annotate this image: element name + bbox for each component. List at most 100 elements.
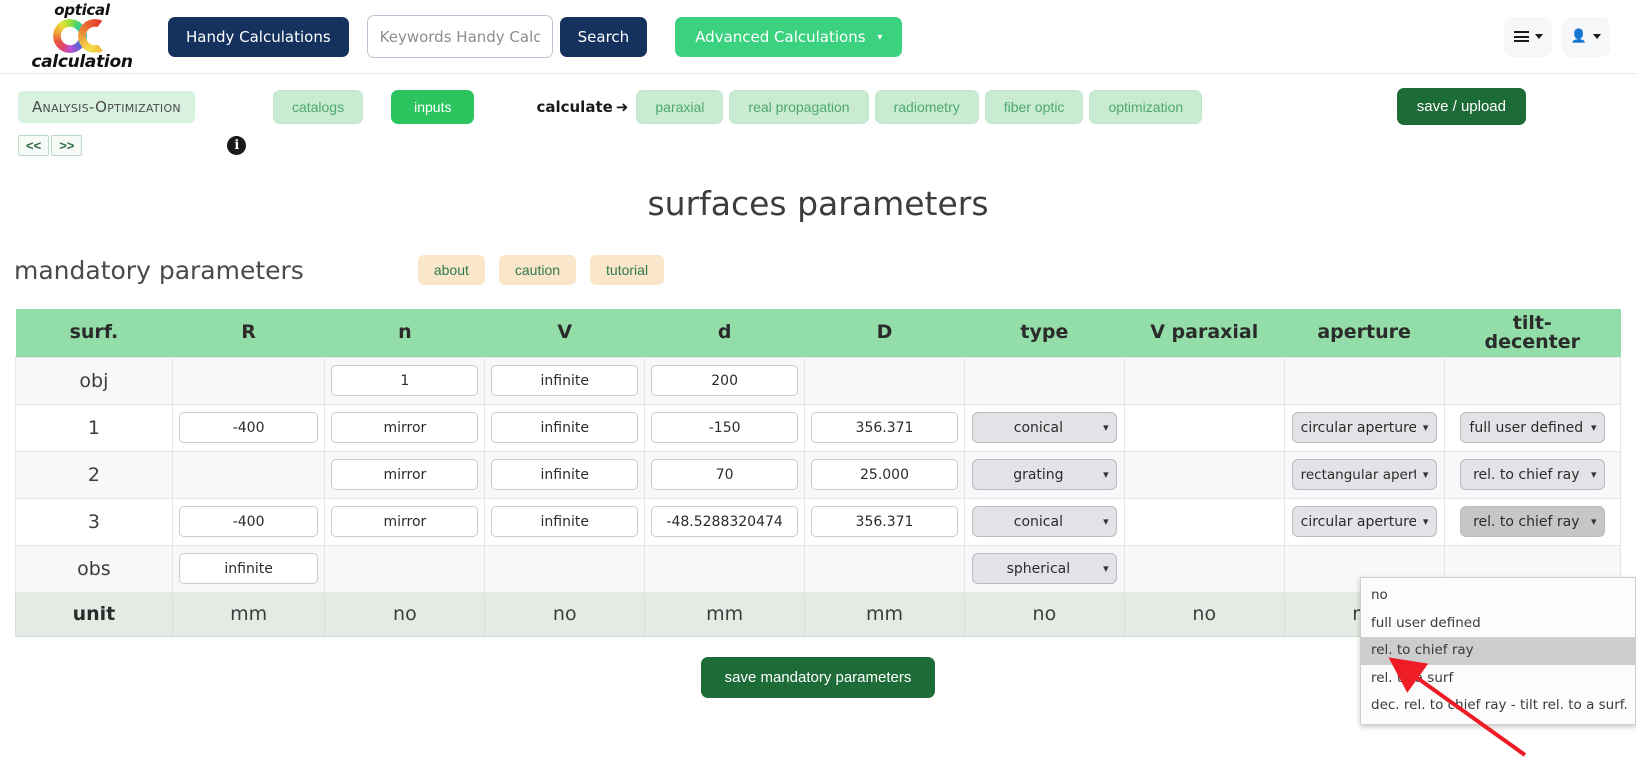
menu-dropdown-button[interactable] — [1504, 16, 1552, 57]
select-aperture[interactable]: circular aperture ▾ — [1291, 412, 1437, 443]
input-V[interactable] — [491, 506, 639, 537]
tab-real-propagation[interactable]: real propagation — [729, 89, 869, 124]
info-icon[interactable]: i — [227, 136, 247, 155]
about-button[interactable]: about — [417, 255, 485, 285]
input-R[interactable] — [178, 506, 319, 537]
inputs-tab[interactable]: inputs — [391, 89, 475, 124]
dropdown-option-dec-rel-chief-tilt-surf[interactable]: dec. rel. to chief ray - tilt rel. to a … — [1361, 692, 1635, 720]
select-tilt-decenter[interactable]: rel. to chief ray ▾ — [1459, 459, 1605, 490]
input-D[interactable] — [811, 459, 958, 490]
dropdown-option-full-user-defined[interactable]: full user defined — [1361, 610, 1635, 638]
chevron-down-icon: ▾ — [1103, 421, 1109, 434]
handy-calculations-button[interactable]: Handy Calculations — [168, 16, 349, 57]
input-R[interactable] — [178, 412, 319, 443]
dropdown-option-no[interactable]: no — [1361, 582, 1635, 610]
input-n[interactable] — [331, 365, 479, 396]
tab-optimization[interactable]: optimization — [1089, 89, 1203, 124]
cell-D — [804, 450, 965, 499]
cell-type — [963, 356, 1125, 405]
person-icon: 👤 — [1570, 29, 1588, 44]
header-d-upper: D — [804, 309, 965, 357]
brand-logo[interactable]: optical calculation — [18, 2, 146, 72]
tutorial-button[interactable]: tutorial — [590, 255, 665, 285]
cell-v-paraxial — [1123, 497, 1285, 546]
catalogs-tab[interactable]: catalogs — [272, 89, 364, 124]
select-aperture[interactable]: rectangular apertur ▾ — [1291, 459, 1437, 490]
search-button[interactable]: Search — [559, 16, 648, 57]
table-header-row: surf. R n V d D type V paraxial aperture… — [15, 309, 1621, 357]
input-n[interactable] — [331, 459, 479, 490]
save-mandatory-parameters-button[interactable]: save mandatory parameters — [700, 656, 936, 698]
select-tilt-decenter-open[interactable]: rel. to chief ray ▾ — [1459, 506, 1605, 537]
input-R[interactable] — [178, 553, 319, 584]
dropdown-option-rel-to-chief-ray[interactable]: rel. to chief ray — [1361, 637, 1635, 665]
cell-aperture — [1283, 356, 1445, 405]
cell-tilt: rel. to chief ray ▾ — [1443, 450, 1622, 499]
cell-aperture: circular aperture ▾ — [1283, 403, 1445, 452]
input-V[interactable] — [491, 459, 639, 490]
select-aperture[interactable]: circular aperture ▾ — [1291, 506, 1437, 537]
unit-label: unit — [15, 591, 173, 637]
input-D[interactable] — [811, 412, 958, 443]
logo-rings-icon — [52, 18, 112, 53]
cell-d — [644, 450, 806, 499]
cell-n — [324, 544, 486, 593]
input-V[interactable] — [491, 412, 639, 443]
select-tilt-value: full user defined — [1469, 419, 1584, 436]
input-D[interactable] — [811, 506, 958, 537]
cell-tilt — [1443, 356, 1622, 405]
cell-v-paraxial — [1123, 450, 1285, 499]
input-d[interactable] — [651, 365, 799, 396]
chevron-down-icon: ▾ — [1422, 468, 1429, 481]
chevron-down-icon: ▾ — [1591, 515, 1597, 528]
cell-tilt: full user defined ▾ — [1443, 403, 1622, 452]
cell-surf: obj — [15, 356, 173, 405]
cell-v-paraxial — [1123, 403, 1285, 452]
header-surf: surf. — [15, 309, 173, 357]
input-d[interactable] — [651, 412, 799, 443]
search-input[interactable] — [366, 15, 553, 58]
caution-button[interactable]: caution — [498, 255, 577, 285]
logo-text-top: optical — [54, 0, 110, 19]
header-n: n — [324, 309, 485, 357]
select-tilt-decenter[interactable]: full user defined ▾ — [1459, 412, 1605, 443]
select-type[interactable]: conical ▾ — [971, 412, 1117, 443]
save-upload-button[interactable]: save / upload — [1396, 88, 1526, 125]
tab-radiometry[interactable]: radiometry — [874, 89, 979, 124]
advanced-calculations-button[interactable]: Advanced Calculations ▾ — [675, 16, 903, 57]
cell-n — [324, 497, 486, 546]
select-type-value: conical — [1013, 513, 1063, 530]
tab-paraxial[interactable]: paraxial — [636, 89, 724, 124]
next-page-button[interactable]: >> — [51, 135, 83, 156]
dropdown-option-rel-to-a-surf[interactable]: rel. to a surf — [1361, 665, 1635, 693]
cell-D — [804, 497, 965, 546]
cell-surf: obs — [15, 544, 173, 593]
top-navbar: optical calculation Handy Calculations S… — [0, 0, 1636, 74]
input-n[interactable] — [331, 506, 479, 537]
unit-V: no — [484, 591, 646, 637]
input-d[interactable] — [651, 459, 799, 490]
input-V[interactable] — [491, 365, 639, 396]
select-tilt-value: rel. to chief ray — [1473, 466, 1580, 483]
select-type[interactable]: spherical ▾ — [971, 553, 1117, 584]
tab-fiber-optic[interactable]: fiber optic — [984, 89, 1084, 124]
chevron-down-icon: ▾ — [1591, 468, 1597, 481]
pager-row: << >> i — [0, 125, 1636, 156]
calculate-label: calculate ➜ — [536, 97, 629, 116]
prev-page-button[interactable]: << — [18, 135, 50, 156]
cell-D — [804, 356, 965, 405]
chevron-down-icon: ▾ — [1103, 468, 1109, 481]
select-type-value: grating — [1013, 466, 1064, 483]
tilt-decenter-dropdown-menu[interactable]: no full user defined rel. to chief ray r… — [1360, 577, 1636, 725]
account-dropdown-button[interactable]: 👤 — [1562, 16, 1610, 57]
cell-D — [804, 403, 965, 452]
chevron-down-icon: ▾ — [1103, 515, 1109, 528]
header-tilt-line2: decenter — [1484, 330, 1581, 353]
input-d[interactable] — [651, 506, 799, 537]
cell-d — [644, 356, 806, 405]
app-page: optical calculation Handy Calculations S… — [0, 0, 1636, 771]
input-n[interactable] — [331, 412, 479, 443]
cell-V — [484, 450, 646, 499]
select-type[interactable]: grating ▾ — [971, 459, 1117, 490]
select-type[interactable]: conical ▾ — [971, 506, 1117, 537]
